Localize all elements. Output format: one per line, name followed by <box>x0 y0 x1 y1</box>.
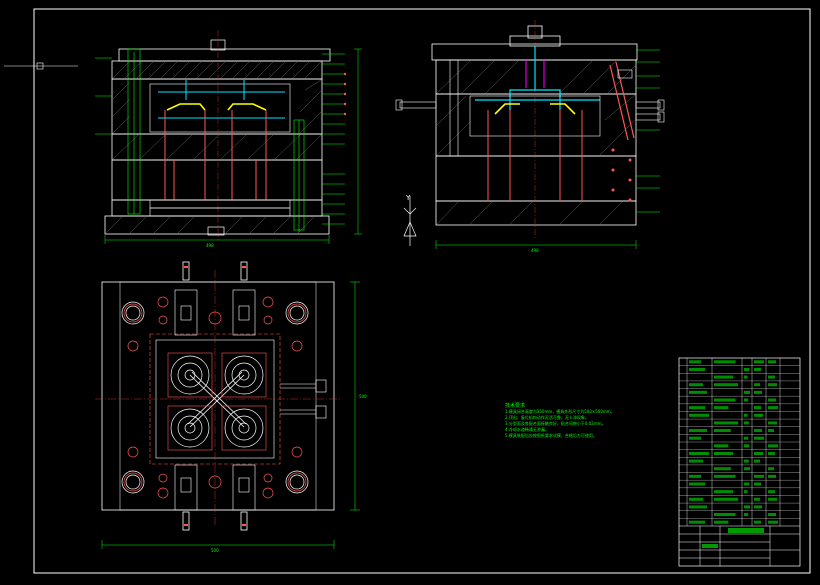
bom-cell-text <box>689 451 709 455</box>
bom-cell-text <box>754 451 763 455</box>
bom-cell-text <box>768 444 778 448</box>
bom-cell-text <box>714 467 731 471</box>
y-direction-arrow <box>403 196 417 246</box>
bom-cell-text <box>768 513 776 517</box>
bom-cell-text <box>768 490 775 494</box>
side-section-view: 498 Y <box>395 20 665 253</box>
bom-cell-text <box>768 474 776 478</box>
front-section-view: 498 <box>95 30 362 248</box>
bom-cell-text <box>768 421 777 425</box>
bom-cell-text <box>714 406 729 410</box>
bom-cell-text <box>768 451 775 455</box>
bom-cell-text <box>714 360 736 364</box>
bom-cell-text <box>689 497 703 501</box>
technical-notes: 技术要求 1.模具闭合高度为350mm，模具外形尺寸为500×500mm。 2.… <box>505 403 615 439</box>
bom-cell-text <box>714 375 734 379</box>
bom-cell-text <box>714 490 734 494</box>
bom-cell-text <box>714 398 736 402</box>
plan-view-width-dim: 500 <box>211 548 219 553</box>
bom-cell-text <box>689 505 707 509</box>
bom-cell-text <box>689 390 707 394</box>
bom-cell-text <box>689 383 703 387</box>
bom-cell-text <box>714 513 736 517</box>
bom-cell-text <box>754 383 760 387</box>
bom-cell-text <box>714 421 738 425</box>
bom-cell-text <box>714 474 736 478</box>
bom-cell-text <box>754 505 762 509</box>
bom-cell-text <box>754 436 764 440</box>
bom-cell-text <box>689 520 705 524</box>
bom-cell-text <box>768 383 777 387</box>
bom-cell-text <box>744 513 749 517</box>
bom-cell-text <box>754 367 761 371</box>
bom-cell-text <box>754 474 764 478</box>
bom-cell-text <box>744 367 750 371</box>
bom-cell-text <box>754 406 761 410</box>
bom-cell-text <box>768 398 776 402</box>
bom-cell-text <box>689 482 705 486</box>
reference-marker <box>4 62 78 70</box>
bom-cell-text <box>768 429 774 433</box>
drawing-border <box>33 8 811 574</box>
bom-cell-text <box>744 459 749 463</box>
bom-cell-text <box>744 467 750 471</box>
bom-cell-text <box>768 467 774 471</box>
bom-cell-text <box>754 520 761 524</box>
bom-cell-text <box>714 520 729 524</box>
bom-cell-text <box>754 482 761 486</box>
bom-cell-text <box>689 413 709 417</box>
bom-cell-text <box>744 375 748 379</box>
bom-cell-text <box>744 444 750 448</box>
bom-cell-text <box>744 505 750 509</box>
bom-cell-text <box>744 490 748 494</box>
bom-cell-text <box>714 444 729 448</box>
bom-cell-text <box>714 383 738 387</box>
bom-cell-text <box>744 390 750 394</box>
bom-cell-text <box>754 413 763 417</box>
bom-cell-text <box>768 520 778 524</box>
bom-cell-text <box>714 497 738 501</box>
bom-cell-text <box>744 436 749 440</box>
bill-of-materials-table <box>678 357 801 567</box>
bom-cell-text <box>768 406 778 410</box>
bom-cell-text <box>689 436 701 440</box>
bom-cell-text <box>754 497 760 501</box>
bom-cell-text <box>714 429 731 433</box>
bom-cell-text <box>714 451 734 455</box>
front-view-width-dim: 498 <box>206 243 214 248</box>
cad-drawing-canvas: 498 498 Y 500 500 <box>4 8 811 574</box>
bom-cell-text <box>754 390 762 394</box>
bom-cell-text <box>689 459 703 463</box>
bom-cell-text <box>689 360 701 364</box>
bom-cell-text <box>689 367 705 371</box>
bom-cell-text <box>754 360 764 364</box>
bom-cell-text <box>689 429 707 433</box>
bom-cell-text <box>689 406 705 410</box>
plan-view-height-dim: 500 <box>359 394 367 399</box>
bom-cell-text <box>744 482 750 486</box>
bom-cell-text <box>768 360 776 364</box>
bom-cell-text <box>768 375 775 379</box>
note-line: 5.模具装配后应按图纸要求试模，合格后方可使用。 <box>505 433 597 438</box>
bom-cell-text <box>744 421 749 425</box>
bom-cell-text <box>768 497 777 501</box>
y-axis-label: Y <box>405 194 411 202</box>
plan-view: 500 500 <box>95 261 367 553</box>
bom-cell-text <box>689 474 701 478</box>
bom-cell-text <box>754 429 762 433</box>
side-view-width-dim: 498 <box>531 248 539 253</box>
bom-cell-text <box>744 413 748 417</box>
bom-cell-text <box>744 398 749 402</box>
bom-cell-text <box>754 459 760 463</box>
